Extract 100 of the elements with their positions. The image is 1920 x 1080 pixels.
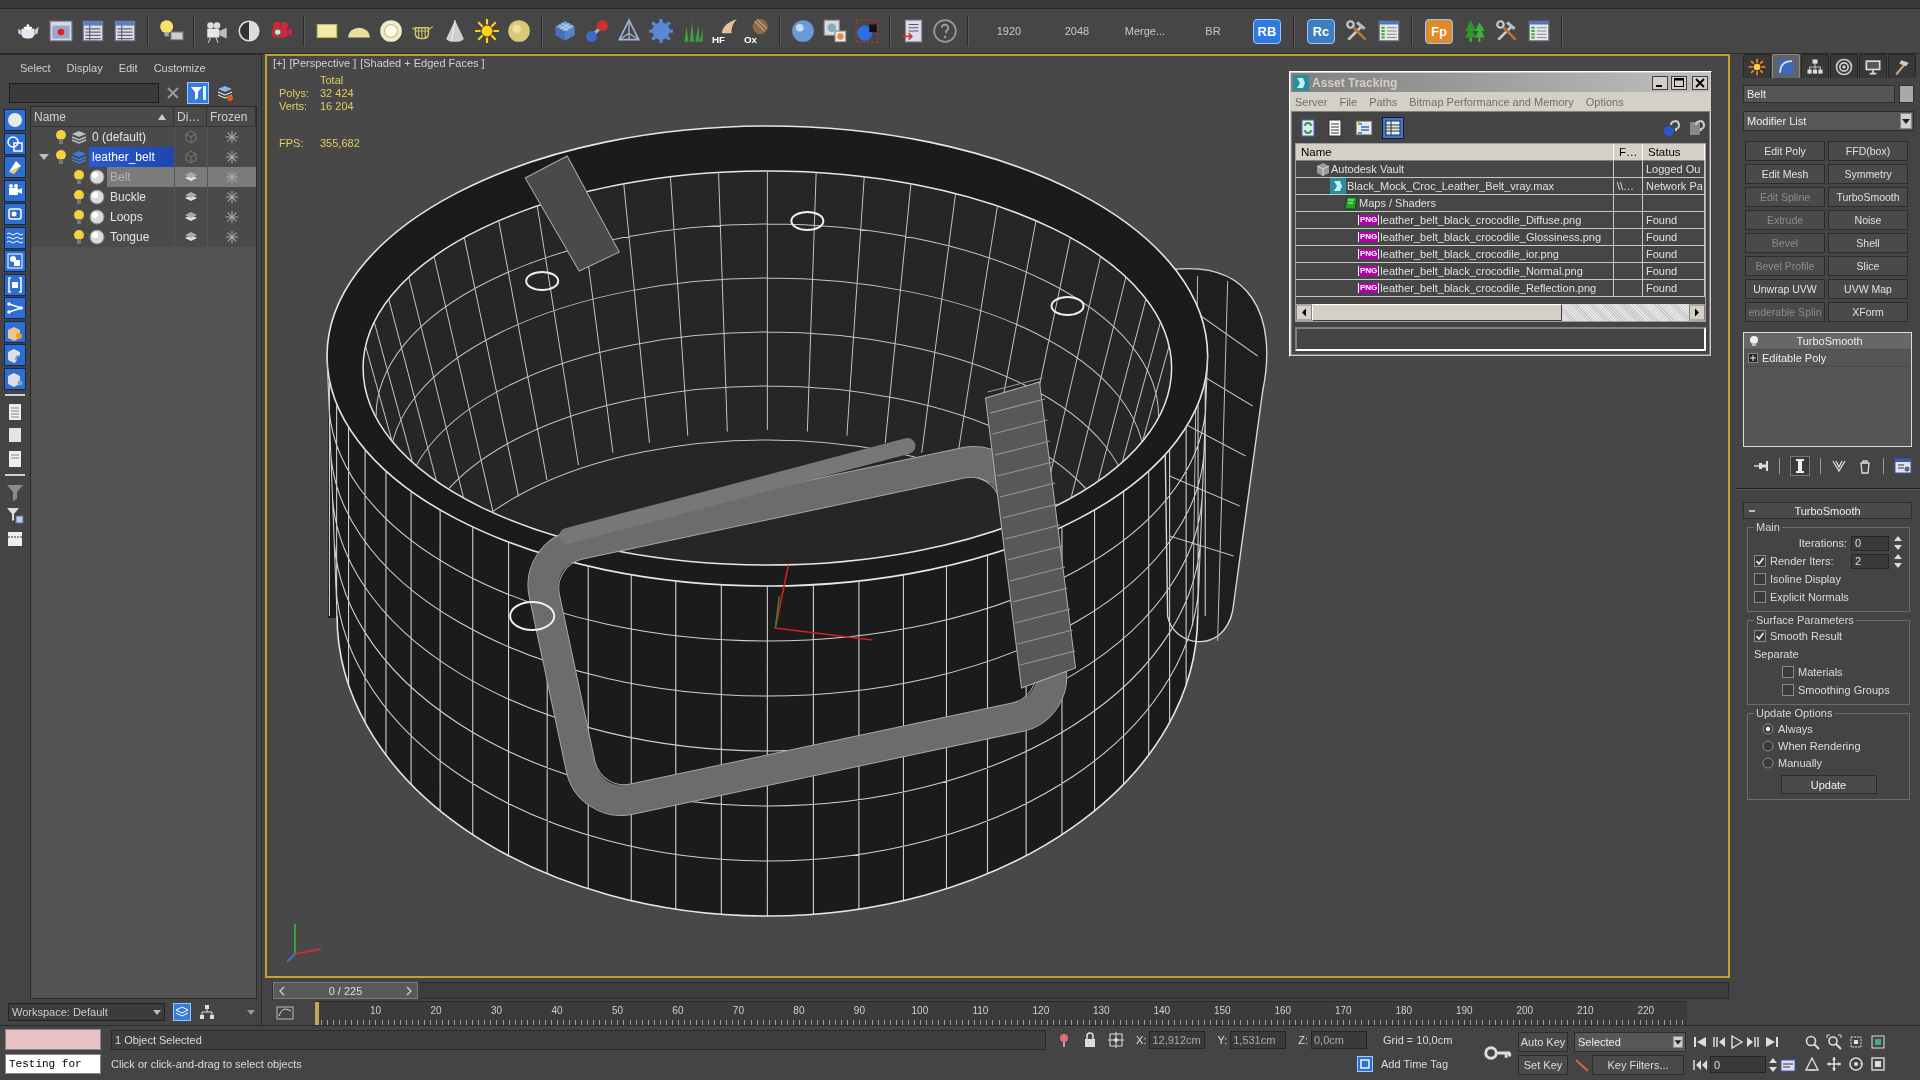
lightbulb-icon[interactable]: [71, 209, 87, 225]
spinner-icon[interactable]: [1768, 1056, 1778, 1073]
asset-name[interactable]: Black_Mock_Croc_Leather_Belt_vray.max: [1347, 180, 1555, 192]
scrollbar-thumb[interactable]: [1312, 304, 1562, 321]
minimize-icon[interactable]: [1652, 75, 1668, 90]
modifier-button[interactable]: UVW Map: [1828, 279, 1908, 299]
lightbulb-icon[interactable]: [53, 149, 69, 165]
checkbox[interactable]: [1782, 666, 1794, 678]
checkbox-label[interactable]: Explicit Normals: [1770, 591, 1849, 603]
radio-label[interactable]: Always: [1778, 722, 1813, 735]
column-header[interactable]: Status: [1643, 144, 1705, 161]
coordinate-field[interactable]: 12,912cm: [1149, 1030, 1206, 1049]
camera-filter-icon[interactable]: [4, 179, 26, 202]
scroll-right-icon[interactable]: [1689, 304, 1705, 321]
script-output-field[interactable]: Testing for: [5, 1053, 101, 1074]
chevron-left-icon[interactable]: [277, 985, 287, 996]
horizontal-scrollbar[interactable]: [1296, 304, 1705, 321]
stack-item[interactable]: TurboSmooth: [1744, 333, 1911, 350]
panel-tab[interactable]: [1801, 54, 1829, 78]
menu-item[interactable]: Select: [20, 61, 51, 74]
modifier-button[interactable]: Slice: [1828, 256, 1908, 276]
script-input-field[interactable]: [5, 1029, 101, 1050]
pivot-axes-icon[interactable]: [774, 564, 874, 641]
toolbar-button[interactable]: 1920: [975, 16, 1043, 46]
funnel-icon[interactable]: [187, 82, 209, 104]
material-icon[interactable]: [822, 18, 848, 44]
lock-icon[interactable]: [1082, 1031, 1098, 1048]
orbit-icon[interactable]: [1848, 1056, 1864, 1072]
menu-item[interactable]: Display: [66, 61, 103, 74]
lightbulb-icon[interactable]: [1748, 335, 1760, 347]
column-header[interactable]: Di…: [174, 107, 207, 126]
pin-icon[interactable]: [1753, 458, 1769, 474]
checkbox[interactable]: [1754, 555, 1766, 567]
help-icon[interactable]: [1688, 119, 1706, 137]
layer-name[interactable]: leather_belt: [89, 147, 174, 167]
field-of-view-icon[interactable]: [1804, 1056, 1820, 1072]
column-header[interactable]: Name: [1296, 144, 1614, 161]
set-key-button[interactable]: Set Key: [1518, 1054, 1568, 1075]
modifier-button[interactable]: Unwrap UVW: [1745, 279, 1825, 299]
curve-editor-icon[interactable]: [276, 1004, 294, 1022]
viewport-menu-label[interactable]: [+]: [273, 57, 286, 69]
toolbar-button[interactable]: Merge...: [1111, 16, 1179, 46]
lightbulb-icon[interactable]: [71, 169, 87, 185]
sphere-icon[interactable]: [378, 18, 404, 44]
color-swatch[interactable]: [1899, 85, 1914, 103]
zoom-all-icon[interactable]: [1826, 1034, 1842, 1050]
expander-icon[interactable]: [39, 152, 49, 162]
rollout-header[interactable]: TurboSmooth: [1743, 502, 1912, 519]
panel-tab[interactable]: [1743, 54, 1771, 78]
lightbulb-icon[interactable]: [53, 129, 69, 145]
sphere-icon[interactable]: [790, 18, 816, 44]
auto-key-button[interactable]: Auto Key: [1518, 1031, 1568, 1052]
waves-filter-icon[interactable]: [4, 226, 26, 249]
checkbox[interactable]: [1754, 591, 1766, 603]
snowflake-icon[interactable]: [225, 150, 239, 164]
play-icon[interactable]: [1728, 1033, 1744, 1050]
refresh-icon[interactable]: [1299, 119, 1317, 137]
column-header[interactable]: Name: [31, 107, 174, 126]
help-icon[interactable]: [932, 18, 958, 44]
timeline-ruler[interactable]: 10 20 30 40 50 60 70 80 90 100 110 120 130 140 150 160 170 180 190 200 210 220: [315, 1001, 1687, 1025]
time-slider-thumb[interactable]: 0 / 225: [273, 982, 418, 999]
checkbox[interactable]: [1754, 573, 1766, 585]
shapes-filter-icon[interactable]: [4, 132, 26, 155]
dropdown-arrow-icon[interactable]: [247, 1008, 255, 1016]
help-globe-icon[interactable]: [1663, 119, 1681, 137]
column-header[interactable]: Frozen: [207, 107, 256, 126]
update-button[interactable]: Update: [1780, 775, 1877, 794]
brackets-filter-icon[interactable]: [4, 273, 26, 296]
stack-item[interactable]: Editable Poly: [1744, 350, 1911, 367]
maximize-viewport-icon[interactable]: [1870, 1056, 1886, 1072]
modifier-list-dropdown[interactable]: Modifier List: [1743, 111, 1914, 131]
menu-item[interactable]: Paths: [1369, 95, 1398, 108]
panel-tab[interactable]: [1888, 54, 1916, 78]
sun-icon[interactable]: [474, 18, 500, 44]
asset-name[interactable]: Autodesk Vault: [1331, 163, 1405, 175]
list-icon[interactable]: [1376, 18, 1402, 44]
molecule-icon[interactable]: [584, 18, 610, 44]
radio-button[interactable]: [1762, 722, 1774, 735]
zoom-extents-all-icon[interactable]: [1870, 1034, 1886, 1050]
asset-name[interactable]: leather_belt_black_crocodile_Glossiness.png: [1380, 231, 1602, 243]
coordinate-field[interactable]: 1,531cm: [1230, 1030, 1287, 1049]
frozen-filter-icon[interactable]: [4, 344, 26, 366]
radio-button[interactable]: [1762, 756, 1774, 769]
table-icon[interactable]: [112, 18, 138, 44]
layers-icon[interactable]: [216, 84, 234, 102]
zoom-extents-icon[interactable]: [1848, 1034, 1864, 1050]
list-icon[interactable]: [1526, 18, 1552, 44]
spinner-icon[interactable]: [1893, 535, 1903, 551]
coordinate-field[interactable]: 0,0cm: [1311, 1030, 1367, 1049]
zoom-icon[interactable]: [1804, 1034, 1820, 1050]
number-field[interactable]: 0: [1851, 535, 1889, 551]
checkbox-label[interactable]: Render Iters:: [1770, 555, 1847, 567]
workspace-dropdown[interactable]: Workspace: Default: [8, 1003, 165, 1021]
asset-name[interactable]: leather_belt_black_crocodile_Reflection.png: [1380, 282, 1597, 294]
gear-icon[interactable]: [648, 18, 674, 44]
slash-icon[interactable]: [1574, 1056, 1590, 1073]
half-sphere-icon[interactable]: [236, 18, 262, 44]
time-configuration-icon[interactable]: [1780, 1056, 1796, 1073]
checkbox-label[interactable]: Isoline Display: [1770, 573, 1841, 585]
lightbulb-icon[interactable]: [71, 229, 87, 245]
